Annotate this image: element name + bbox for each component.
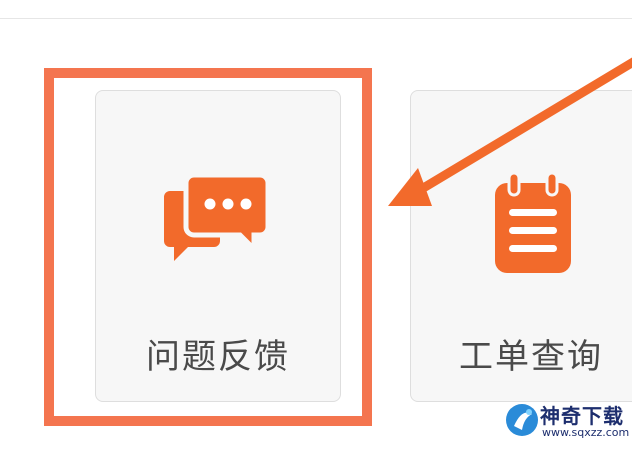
arrow-icon <box>388 57 632 206</box>
watermark-url: www.sqxzz.com <box>542 426 630 439</box>
watermark-logo-icon <box>506 404 538 436</box>
watermark: 神奇下载 www.sqxzz.com <box>502 396 632 448</box>
watermark-title: 神奇下载 <box>540 404 624 428</box>
